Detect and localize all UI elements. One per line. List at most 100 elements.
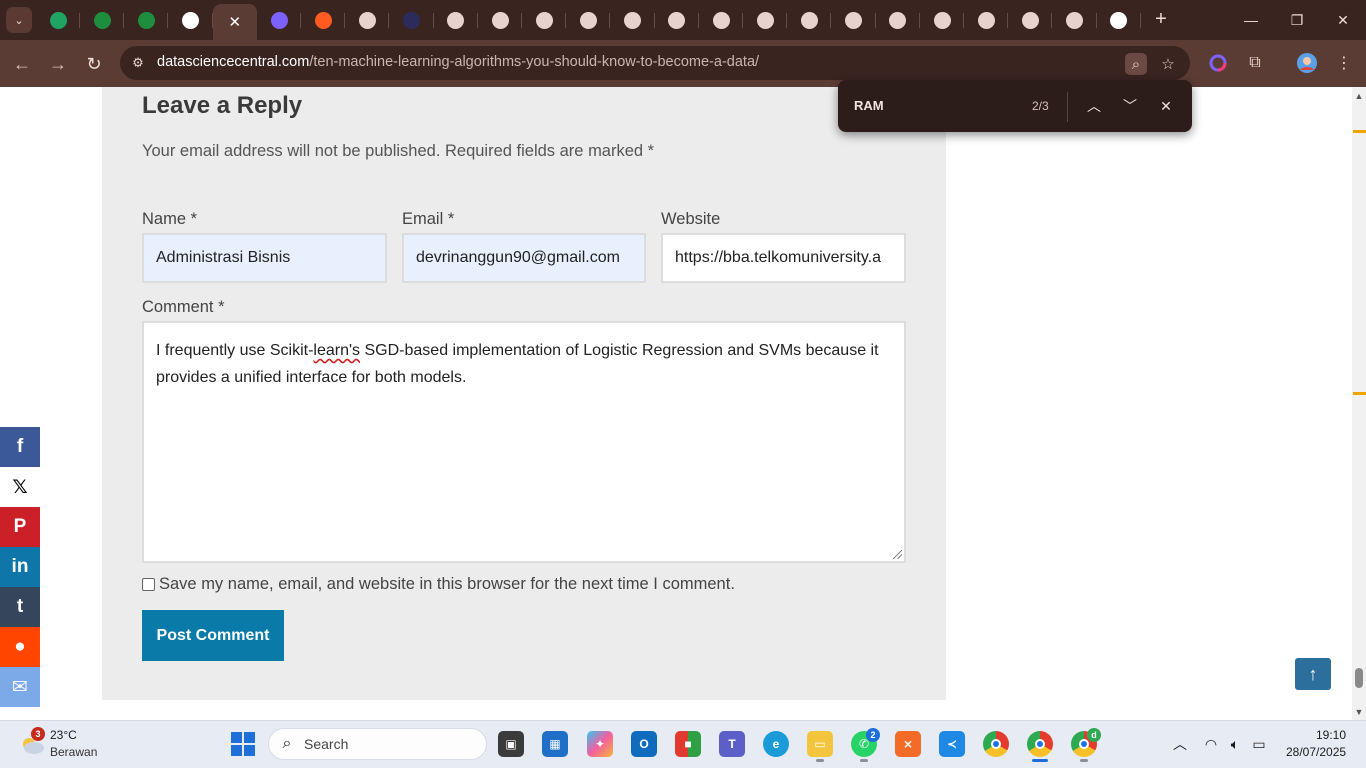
lens-icon[interactable]: ⌕ xyxy=(1125,53,1147,75)
vscode-icon[interactable]: ≺ xyxy=(939,731,965,757)
name-field[interactable]: Administrasi Bisnis xyxy=(142,233,387,283)
outlook-icon[interactable]: O xyxy=(631,731,657,757)
reload-button[interactable]: ↻ xyxy=(81,51,107,77)
browser-tab[interactable] xyxy=(1097,6,1141,34)
close-window-button[interactable]: ✕ xyxy=(1320,0,1366,40)
site-icon xyxy=(889,11,907,29)
browser-tab[interactable] xyxy=(169,6,213,34)
clock-time[interactable]: 19:10 xyxy=(1316,728,1346,742)
close-icon[interactable]: ✕ xyxy=(229,13,242,31)
find-bar: RAM 2/3 ︿ ﹀ ✕ xyxy=(838,80,1192,132)
browser-tab[interactable] xyxy=(655,6,699,34)
scroll-up-arrow[interactable]: ▲ xyxy=(1352,89,1366,103)
weather-temperature[interactable]: 23°C xyxy=(50,728,77,742)
browser-tab[interactable] xyxy=(36,6,80,34)
browser-tab[interactable] xyxy=(478,6,522,34)
browser-tab[interactable] xyxy=(257,6,301,34)
xampp-icon[interactable]: ⨯ xyxy=(895,731,921,757)
browser-tab[interactable] xyxy=(345,6,390,34)
find-match-count: 2/3 xyxy=(1032,99,1049,113)
linkedin-share-button[interactable]: in xyxy=(0,547,40,587)
profile-avatar[interactable] xyxy=(1295,51,1319,75)
browser-tab[interactable] xyxy=(390,6,434,34)
pinterest-share-button[interactable]: P xyxy=(0,507,40,547)
site-icon xyxy=(756,11,774,29)
comment-textarea[interactable]: I frequently use Scikit-learn's SGD-base… xyxy=(142,321,906,563)
menu-kebab-icon[interactable]: ⋮ xyxy=(1332,51,1356,75)
browser-tab[interactable] xyxy=(80,6,125,34)
start-button[interactable] xyxy=(231,732,255,756)
find-next-button[interactable]: ﹀ xyxy=(1117,93,1143,119)
remember-label: Save my name, email, and website in this… xyxy=(159,575,735,593)
new-tab-button[interactable]: + xyxy=(1148,8,1174,32)
tab-search-button[interactable]: ⌄ xyxy=(6,7,32,33)
show-hidden-icons[interactable]: ︿ xyxy=(1171,735,1189,753)
battery-icon[interactable]: ▭ xyxy=(1250,735,1268,753)
scroll-down-arrow[interactable]: ▼ xyxy=(1352,705,1366,719)
restore-button[interactable]: ❐ xyxy=(1274,0,1320,40)
remember-checkbox[interactable] xyxy=(142,578,155,591)
resize-handle[interactable] xyxy=(893,550,902,559)
site-icon xyxy=(491,11,509,29)
sheets-icon xyxy=(137,11,155,29)
browser-tab[interactable] xyxy=(434,6,478,34)
file-explorer-icon[interactable]: ▭ xyxy=(807,731,833,757)
weather-badge: 3 xyxy=(31,727,45,741)
find-close-button[interactable]: ✕ xyxy=(1153,93,1179,119)
site-icon xyxy=(1021,11,1039,29)
teams-icon[interactable]: T xyxy=(719,731,745,757)
weather-description[interactable]: Berawan xyxy=(50,745,97,759)
wifi-icon[interactable]: ◠ xyxy=(1202,735,1220,753)
minimize-button[interactable]: — xyxy=(1228,0,1274,40)
browser-tab[interactable] xyxy=(522,6,567,34)
website-field[interactable]: https://bba.telkomuniversity.a xyxy=(661,233,906,283)
taskbar-search-text[interactable]: Search xyxy=(304,736,348,752)
edge-icon[interactable]: e xyxy=(763,731,789,757)
browser-tab[interactable] xyxy=(787,6,832,34)
tumblr-share-button[interactable]: t xyxy=(0,587,40,627)
copilot-icon[interactable]: ✦ xyxy=(587,731,613,757)
x-share-button[interactable]: 𝕏 xyxy=(0,467,40,507)
clock-date[interactable]: 28/07/2025 xyxy=(1286,745,1346,759)
volume-icon[interactable]: 🔈︎ xyxy=(1226,735,1244,753)
task-view-icon[interactable]: ▣ xyxy=(498,731,524,757)
browser-tab[interactable] xyxy=(124,6,169,34)
browser-tab[interactable] xyxy=(1053,6,1097,34)
browser-tab[interactable]: ✕ xyxy=(212,4,257,40)
email-share-button[interactable]: ✉ xyxy=(0,667,40,707)
site-info-icon[interactable]: ⚙ xyxy=(128,53,148,73)
find-input[interactable]: RAM xyxy=(854,98,884,113)
browser-tab[interactable] xyxy=(1008,6,1053,34)
bookmark-star-icon[interactable]: ☆ xyxy=(1157,53,1179,75)
back-button[interactable]: ← xyxy=(9,51,35,77)
chrome-icon[interactable] xyxy=(983,731,1009,757)
page-scrollbar[interactable] xyxy=(1352,87,1366,720)
browser-tab[interactable] xyxy=(832,6,876,34)
browser-tab[interactable] xyxy=(920,6,964,34)
facebook-share-button[interactable]: f xyxy=(0,427,40,467)
browser-tab[interactable] xyxy=(876,6,920,34)
chrome-profile-icon[interactable] xyxy=(1027,731,1053,757)
extensions-puzzle-icon[interactable]: ⧉ xyxy=(1243,51,1267,75)
post-comment-button[interactable]: Post Comment xyxy=(142,610,284,661)
office-app-icon[interactable]: ■ xyxy=(675,731,701,757)
scrollbar-thumb[interactable] xyxy=(1355,668,1363,688)
find-previous-button[interactable]: ︿ xyxy=(1081,93,1107,119)
browser-tab[interactable] xyxy=(611,6,655,34)
url-text[interactable]: datasciencecentral.com/ten-machine-learn… xyxy=(157,54,759,70)
site-icon xyxy=(845,11,863,29)
scroll-to-top-button[interactable]: ↑ xyxy=(1295,658,1331,690)
extension-color-icon[interactable] xyxy=(1206,51,1230,75)
browser-tab[interactable] xyxy=(699,6,743,34)
browser-tab[interactable] xyxy=(743,6,788,34)
browser-tab[interactable] xyxy=(964,6,1009,34)
reddit-share-button[interactable]: ● xyxy=(0,627,40,667)
email-field[interactable]: devrinanggun90@gmail.com xyxy=(402,233,646,283)
active-indicator xyxy=(1032,759,1048,762)
forward-button[interactable]: → xyxy=(45,51,71,77)
taskbar-search[interactable] xyxy=(268,728,487,760)
google-icon xyxy=(1110,11,1128,29)
browser-tab[interactable] xyxy=(566,6,611,34)
microsoft-store-icon[interactable]: ▦ xyxy=(542,731,568,757)
browser-tab[interactable] xyxy=(301,6,346,34)
